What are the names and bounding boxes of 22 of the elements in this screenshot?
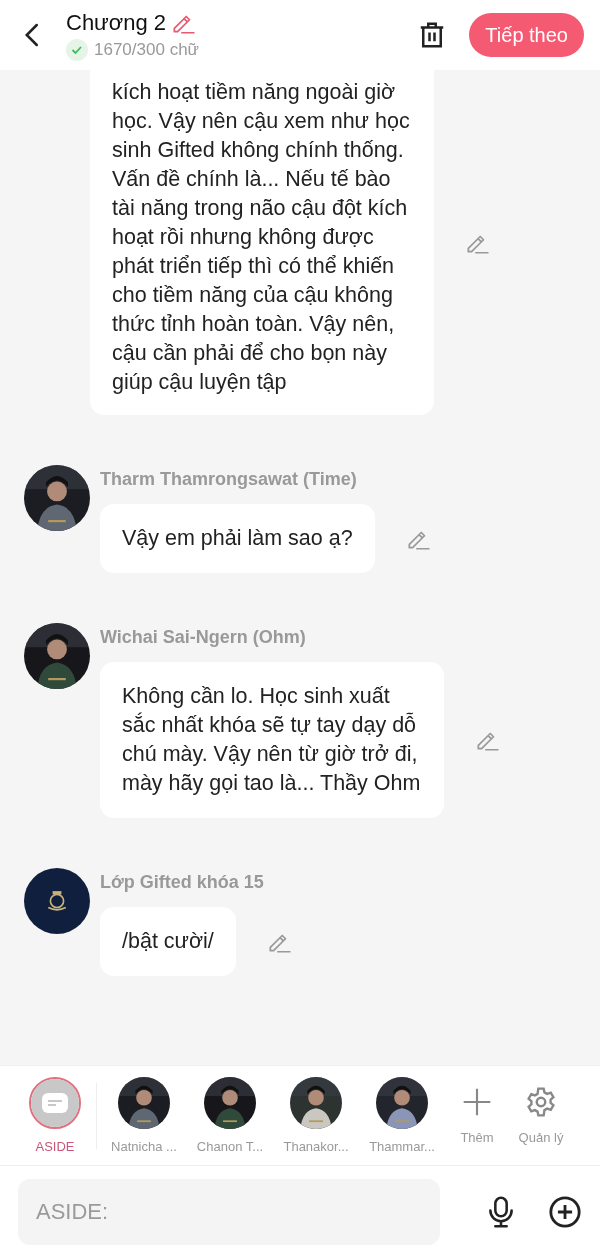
input-field[interactable]: ASIDE: xyxy=(18,1178,440,1245)
message-bubble: Vậy em phải làm sao ạ? xyxy=(100,504,375,573)
message-icon xyxy=(42,1093,68,1113)
character-tab[interactable]: Natnicha ... xyxy=(101,1077,187,1154)
chapter-title: Chương 2 xyxy=(66,9,167,36)
plus-icon xyxy=(461,1086,493,1118)
settings-icon xyxy=(525,1086,557,1118)
message-bubble: kích hoạt tiềm năng ngoài giờ học. Vậy nên cậu xem như học sinh Gifted không chính thống. Vấn đề chính là... Nếu tế bào tài năng trong não cậu đột kích hoạt rồi nhưng không được phát triển tiếp thì có thể khiến cho tiềm năng của cậu không thức tỉnh hoàn toàn. Vậy nên, cậu cần phải để cho bọn này giúp cậu luyện tập xyxy=(90,70,434,415)
word-count: 1670/300 chữ xyxy=(94,39,199,60)
next-button[interactable]: Tiếp theo xyxy=(469,13,584,57)
add-icon[interactable] xyxy=(548,1194,582,1229)
action-button[interactable]: Thêm xyxy=(445,1086,509,1145)
check-icon xyxy=(66,38,88,61)
character-tab[interactable]: Thanakor... xyxy=(273,1077,359,1154)
sender-name: Wichai Sai-Ngern (Ohm) xyxy=(100,627,307,648)
message-bubble: Không cần lo. Học sinh xuất sắc nhất khóa sẽ tự tay dạy dỗ chú mày. Vậy nên từ giờ trở đi, mày hãy gọi tao là... Thầy Ohm xyxy=(100,662,444,818)
character-tab[interactable]: Chanon T... xyxy=(187,1077,273,1154)
message-bubble: /bật cười/ xyxy=(100,907,236,976)
sender-name: Tharm Thamrongsawat (Time) xyxy=(100,469,358,490)
sender-name: Lớp Gifted khóa 15 xyxy=(100,872,265,893)
action-button[interactable]: Quản lý xyxy=(509,1086,573,1145)
character-tab[interactable]: Thammar... xyxy=(359,1077,445,1154)
